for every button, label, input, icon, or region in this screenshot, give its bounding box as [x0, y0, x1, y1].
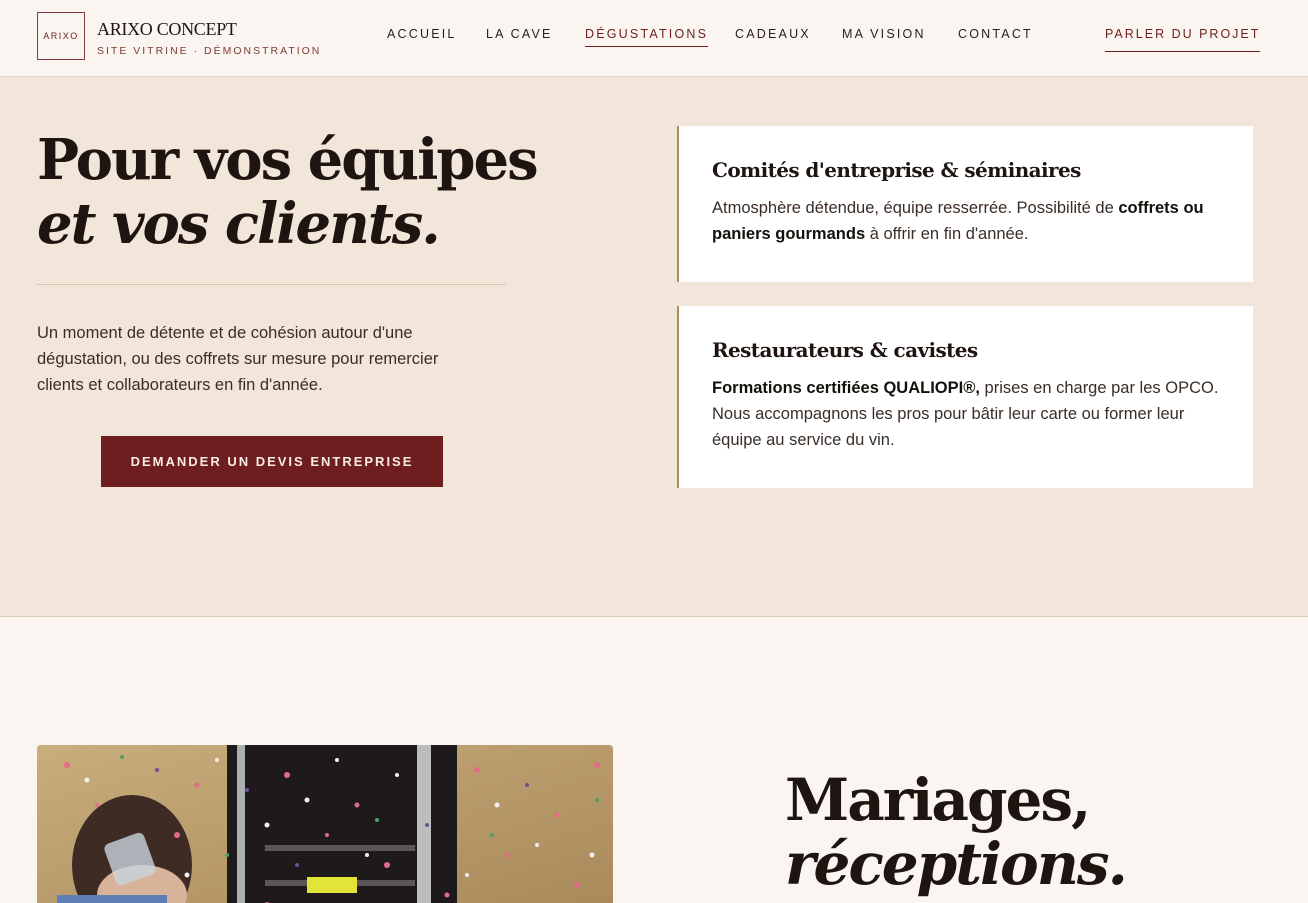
nav-item-degustations[interactable]: DÉGUSTATIONS	[585, 27, 709, 47]
nav-item-accueil[interactable]: ACCUEIL	[387, 27, 457, 46]
mariages-section: Mariages, réceptions.	[0, 617, 1308, 903]
devis-entreprise-button[interactable]: DEMANDER UN DEVIS ENTREPRISE	[101, 436, 443, 487]
card-body: Atmosphère détendue, équipe resserrée. P…	[712, 199, 1204, 243]
mariages-title-line2: réceptions.	[785, 830, 1128, 898]
confetti-image-icon	[37, 745, 613, 903]
parler-du-projet-link[interactable]: PARLER DU PROJET	[1105, 27, 1261, 52]
brand-name[interactable]: ARIXO CONCEPT	[97, 19, 237, 40]
pro-title-line2: et vos clients.	[37, 191, 441, 257]
nav-item-cadeaux[interactable]: CADEAUX	[735, 27, 811, 46]
brand-subtitle: SITE VITRINE · DÉMONSTRATION	[97, 45, 322, 57]
card-comites: Comités d'entreprise & séminaires Atmosp…	[677, 126, 1253, 282]
card-body: Formations certifiées QUALIOPI®, prises …	[712, 379, 1219, 449]
logo-icon[interactable]: ARIXO	[37, 12, 85, 60]
pro-title-line1: Pour vos équipes	[37, 127, 539, 193]
card-restaurateurs: Restaurateurs & cavistes Formations cert…	[677, 306, 1253, 488]
card-title: Comités d'entreprise & séminaires	[712, 158, 1081, 182]
nav-item-ma-vision[interactable]: MA VISION	[842, 27, 926, 46]
card-title: Restaurateurs & cavistes	[712, 338, 978, 362]
pro-lead-text: Un moment de détente et de cohésion auto…	[37, 324, 439, 394]
divider	[37, 284, 506, 285]
nav-item-contact[interactable]: CONTACT	[958, 27, 1033, 46]
pro-section: Pour vos équipes et vos clients. Un mome…	[0, 77, 1308, 617]
nav-item-la-cave[interactable]: LA CAVE	[486, 27, 553, 46]
site-header: ARIXO ARIXO CONCEPT SITE VITRINE · DÉMON…	[0, 0, 1308, 77]
mariages-title-line1: Mariages,	[785, 766, 1091, 834]
wedding-confetti-photo	[37, 745, 613, 903]
